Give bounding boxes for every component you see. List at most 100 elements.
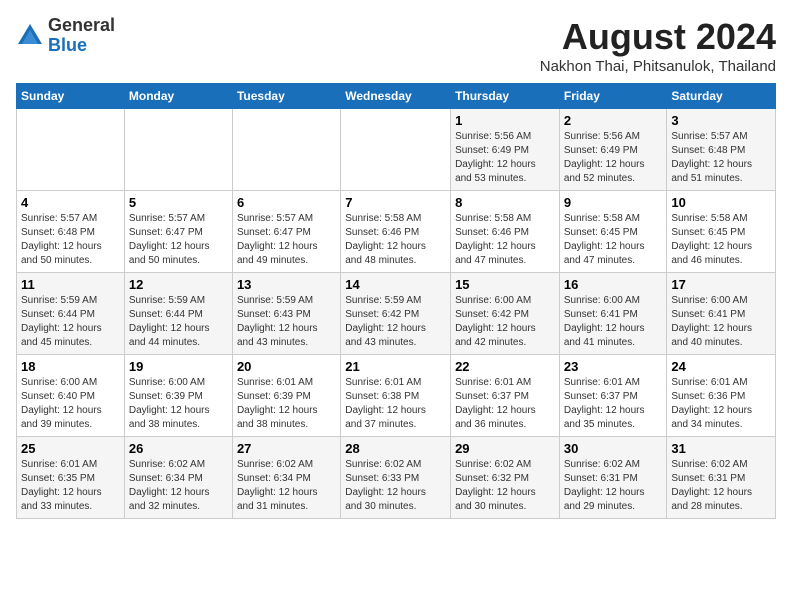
weekday-header-row: SundayMondayTuesdayWednesdayThursdayFrid…: [17, 84, 776, 109]
day-cell: 7 Sunrise: 5:58 AM Sunset: 6:46 PM Daylig…: [341, 191, 451, 273]
day-number: 5: [129, 195, 228, 210]
day-cell: [232, 109, 340, 191]
day-number: 7: [345, 195, 446, 210]
day-cell: 14 Sunrise: 5:59 AM Sunset: 6:42 PM Dayli…: [341, 273, 451, 355]
day-cell: 6 Sunrise: 5:57 AM Sunset: 6:47 PM Daylig…: [232, 191, 340, 273]
day-cell: 8 Sunrise: 5:58 AM Sunset: 6:46 PM Daylig…: [451, 191, 560, 273]
day-number: 25: [21, 441, 120, 456]
day-cell: 22Sunrise: 6:01 AM Sunset: 6:37 PM Dayli…: [451, 355, 560, 437]
day-info: Sunrise: 6:01 AM Sunset: 6:35 PM Dayligh…: [21, 458, 120, 514]
day-number: 18: [21, 359, 120, 374]
day-info: Sunrise: 6:02 AM Sunset: 6:34 PM Dayligh…: [129, 458, 228, 514]
day-cell: 16Sunrise: 6:00 AM Sunset: 6:41 PM Dayli…: [559, 273, 667, 355]
day-info: Sunrise: 5:59 AM Sunset: 6:42 PM Dayligh…: [345, 294, 446, 350]
weekday-header-tuesday: Tuesday: [232, 84, 340, 109]
day-cell: 20 Sunrise: 6:01 AM Sunset: 6:39 PM Dayli…: [232, 355, 340, 437]
logo-blue-text: Blue: [48, 36, 115, 56]
header: General Blue August 2024 Nakhon Thai, Ph…: [16, 16, 776, 75]
weekday-header-friday: Friday: [559, 84, 667, 109]
day-number: 2: [564, 113, 663, 128]
day-info: Sunrise: 6:00 AM Sunset: 6:42 PM Dayligh…: [455, 294, 555, 350]
day-info: Sunrise: 6:01 AM Sunset: 6:38 PM Dayligh…: [345, 376, 446, 432]
day-cell: 19 Sunrise: 6:00 AM Sunset: 6:39 PM Dayli…: [124, 355, 232, 437]
logo-icon: [16, 22, 44, 50]
day-info: Sunrise: 5:56 AM Sunset: 6:49 PM Dayligh…: [455, 130, 555, 186]
weekday-header-thursday: Thursday: [451, 84, 560, 109]
day-info: Sunrise: 5:57 AM Sunset: 6:47 PM Dayligh…: [237, 212, 336, 268]
day-number: 11: [21, 277, 120, 292]
weekday-header-saturday: Saturday: [667, 84, 776, 109]
day-cell: 30 Sunrise: 6:02 AM Sunset: 6:31 PM Dayli…: [559, 437, 667, 519]
day-info: Sunrise: 5:57 AM Sunset: 6:48 PM Dayligh…: [21, 212, 120, 268]
day-info: Sunrise: 6:00 AM Sunset: 6:41 PM Dayligh…: [671, 294, 771, 350]
day-number: 17: [671, 277, 771, 292]
day-cell: 27Sunrise: 6:02 AM Sunset: 6:34 PM Dayli…: [232, 437, 340, 519]
day-number: 13: [237, 277, 336, 292]
weekday-header-monday: Monday: [124, 84, 232, 109]
day-info: Sunrise: 5:58 AM Sunset: 6:45 PM Dayligh…: [671, 212, 771, 268]
day-number: 12: [129, 277, 228, 292]
day-info: Sunrise: 6:01 AM Sunset: 6:37 PM Dayligh…: [455, 376, 555, 432]
day-info: Sunrise: 6:01 AM Sunset: 6:39 PM Dayligh…: [237, 376, 336, 432]
day-number: 26: [129, 441, 228, 456]
day-info: Sunrise: 5:58 AM Sunset: 6:46 PM Dayligh…: [345, 212, 446, 268]
month-year: August 2024: [540, 16, 776, 58]
week-row-3: 11Sunrise: 5:59 AM Sunset: 6:44 PM Dayli…: [17, 273, 776, 355]
day-number: 20: [237, 359, 336, 374]
day-number: 4: [21, 195, 120, 210]
day-cell: 9Sunrise: 5:58 AM Sunset: 6:45 PM Daylig…: [559, 191, 667, 273]
day-cell: 18 Sunrise: 6:00 AM Sunset: 6:40 PM Dayli…: [17, 355, 125, 437]
day-number: 23: [564, 359, 663, 374]
day-cell: 17 Sunrise: 6:00 AM Sunset: 6:41 PM Dayli…: [667, 273, 776, 355]
weekday-header-wednesday: Wednesday: [341, 84, 451, 109]
day-number: 28: [345, 441, 446, 456]
week-row-1: 1 Sunrise: 5:56 AM Sunset: 6:49 PM Daylig…: [17, 109, 776, 191]
day-cell: 25 Sunrise: 6:01 AM Sunset: 6:35 PM Dayli…: [17, 437, 125, 519]
day-number: 1: [455, 113, 555, 128]
day-cell: 1 Sunrise: 5:56 AM Sunset: 6:49 PM Daylig…: [451, 109, 560, 191]
day-cell: 13Sunrise: 5:59 AM Sunset: 6:43 PM Dayli…: [232, 273, 340, 355]
day-info: Sunrise: 6:02 AM Sunset: 6:33 PM Dayligh…: [345, 458, 446, 514]
day-info: Sunrise: 6:00 AM Sunset: 6:40 PM Dayligh…: [21, 376, 120, 432]
day-number: 29: [455, 441, 555, 456]
day-number: 30: [564, 441, 663, 456]
day-info: Sunrise: 6:01 AM Sunset: 6:37 PM Dayligh…: [564, 376, 663, 432]
day-cell: [124, 109, 232, 191]
day-cell: [17, 109, 125, 191]
logo-general-text: General: [48, 16, 115, 36]
day-number: 15: [455, 277, 555, 292]
day-number: 21: [345, 359, 446, 374]
calendar-header: SundayMondayTuesdayWednesdayThursdayFrid…: [17, 84, 776, 109]
day-info: Sunrise: 6:00 AM Sunset: 6:41 PM Dayligh…: [564, 294, 663, 350]
week-row-4: 18 Sunrise: 6:00 AM Sunset: 6:40 PM Dayli…: [17, 355, 776, 437]
day-info: Sunrise: 6:02 AM Sunset: 6:31 PM Dayligh…: [671, 458, 771, 514]
day-cell: 24Sunrise: 6:01 AM Sunset: 6:36 PM Dayli…: [667, 355, 776, 437]
day-info: Sunrise: 6:00 AM Sunset: 6:39 PM Dayligh…: [129, 376, 228, 432]
day-cell: 3Sunrise: 5:57 AM Sunset: 6:48 PM Daylig…: [667, 109, 776, 191]
day-info: Sunrise: 5:57 AM Sunset: 6:48 PM Dayligh…: [671, 130, 771, 186]
day-number: 10: [671, 195, 771, 210]
day-cell: 26 Sunrise: 6:02 AM Sunset: 6:34 PM Dayli…: [124, 437, 232, 519]
day-number: 27: [237, 441, 336, 456]
day-number: 9: [564, 195, 663, 210]
day-cell: 23 Sunrise: 6:01 AM Sunset: 6:37 PM Dayli…: [559, 355, 667, 437]
day-cell: 31Sunrise: 6:02 AM Sunset: 6:31 PM Dayli…: [667, 437, 776, 519]
day-cell: 29Sunrise: 6:02 AM Sunset: 6:32 PM Dayli…: [451, 437, 560, 519]
day-cell: 11Sunrise: 5:59 AM Sunset: 6:44 PM Dayli…: [17, 273, 125, 355]
day-info: Sunrise: 5:58 AM Sunset: 6:46 PM Dayligh…: [455, 212, 555, 268]
calendar-table: SundayMondayTuesdayWednesdayThursdayFrid…: [16, 83, 776, 519]
day-cell: 10 Sunrise: 5:58 AM Sunset: 6:45 PM Dayli…: [667, 191, 776, 273]
day-number: 8: [455, 195, 555, 210]
day-cell: 28 Sunrise: 6:02 AM Sunset: 6:33 PM Dayli…: [341, 437, 451, 519]
day-number: 24: [671, 359, 771, 374]
logo: General Blue: [16, 16, 115, 56]
day-cell: 4 Sunrise: 5:57 AM Sunset: 6:48 PM Daylig…: [17, 191, 125, 273]
title-area: August 2024 Nakhon Thai, Phitsanulok, Th…: [540, 16, 776, 75]
day-cell: 5Sunrise: 5:57 AM Sunset: 6:47 PM Daylig…: [124, 191, 232, 273]
day-cell: 12Sunrise: 5:59 AM Sunset: 6:44 PM Dayli…: [124, 273, 232, 355]
calendar-body: 1 Sunrise: 5:56 AM Sunset: 6:49 PM Daylig…: [17, 109, 776, 519]
day-number: 19: [129, 359, 228, 374]
day-number: 14: [345, 277, 446, 292]
day-number: 6: [237, 195, 336, 210]
day-info: Sunrise: 6:02 AM Sunset: 6:31 PM Dayligh…: [564, 458, 663, 514]
